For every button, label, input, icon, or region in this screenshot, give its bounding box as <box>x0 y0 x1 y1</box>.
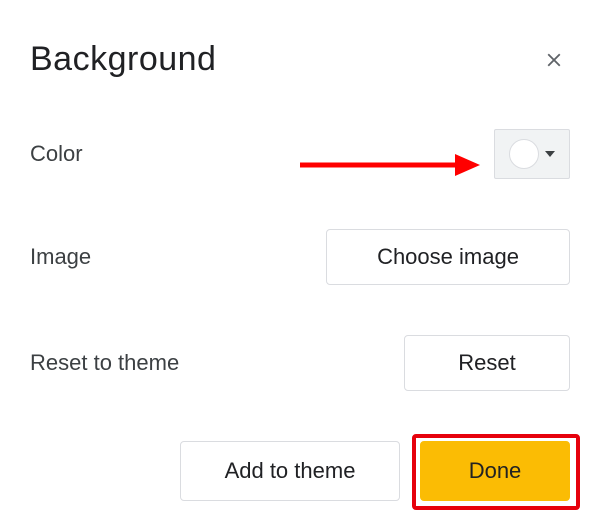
row-image: Image Choose image <box>30 229 570 285</box>
choose-image-button[interactable]: Choose image <box>326 229 570 285</box>
add-to-theme-button[interactable]: Add to theme <box>180 441 400 501</box>
close-button[interactable] <box>538 44 570 76</box>
label-color: Color <box>30 141 83 167</box>
color-picker[interactable] <box>494 129 570 179</box>
background-dialog: Background Color Image Choose image Rese… <box>0 0 600 531</box>
row-color: Color <box>30 129 570 179</box>
done-button[interactable]: Done <box>420 441 570 501</box>
row-reset: Reset to theme Reset <box>30 335 570 391</box>
label-reset: Reset to theme <box>30 350 179 376</box>
dialog-footer: Add to theme Done <box>30 441 570 501</box>
dialog-header: Background <box>30 40 570 79</box>
reset-button[interactable]: Reset <box>404 335 570 391</box>
label-image: Image <box>30 244 91 270</box>
color-swatch <box>509 139 539 169</box>
close-icon <box>543 49 565 71</box>
chevron-down-icon <box>545 151 555 157</box>
dialog-title: Background <box>30 40 216 79</box>
